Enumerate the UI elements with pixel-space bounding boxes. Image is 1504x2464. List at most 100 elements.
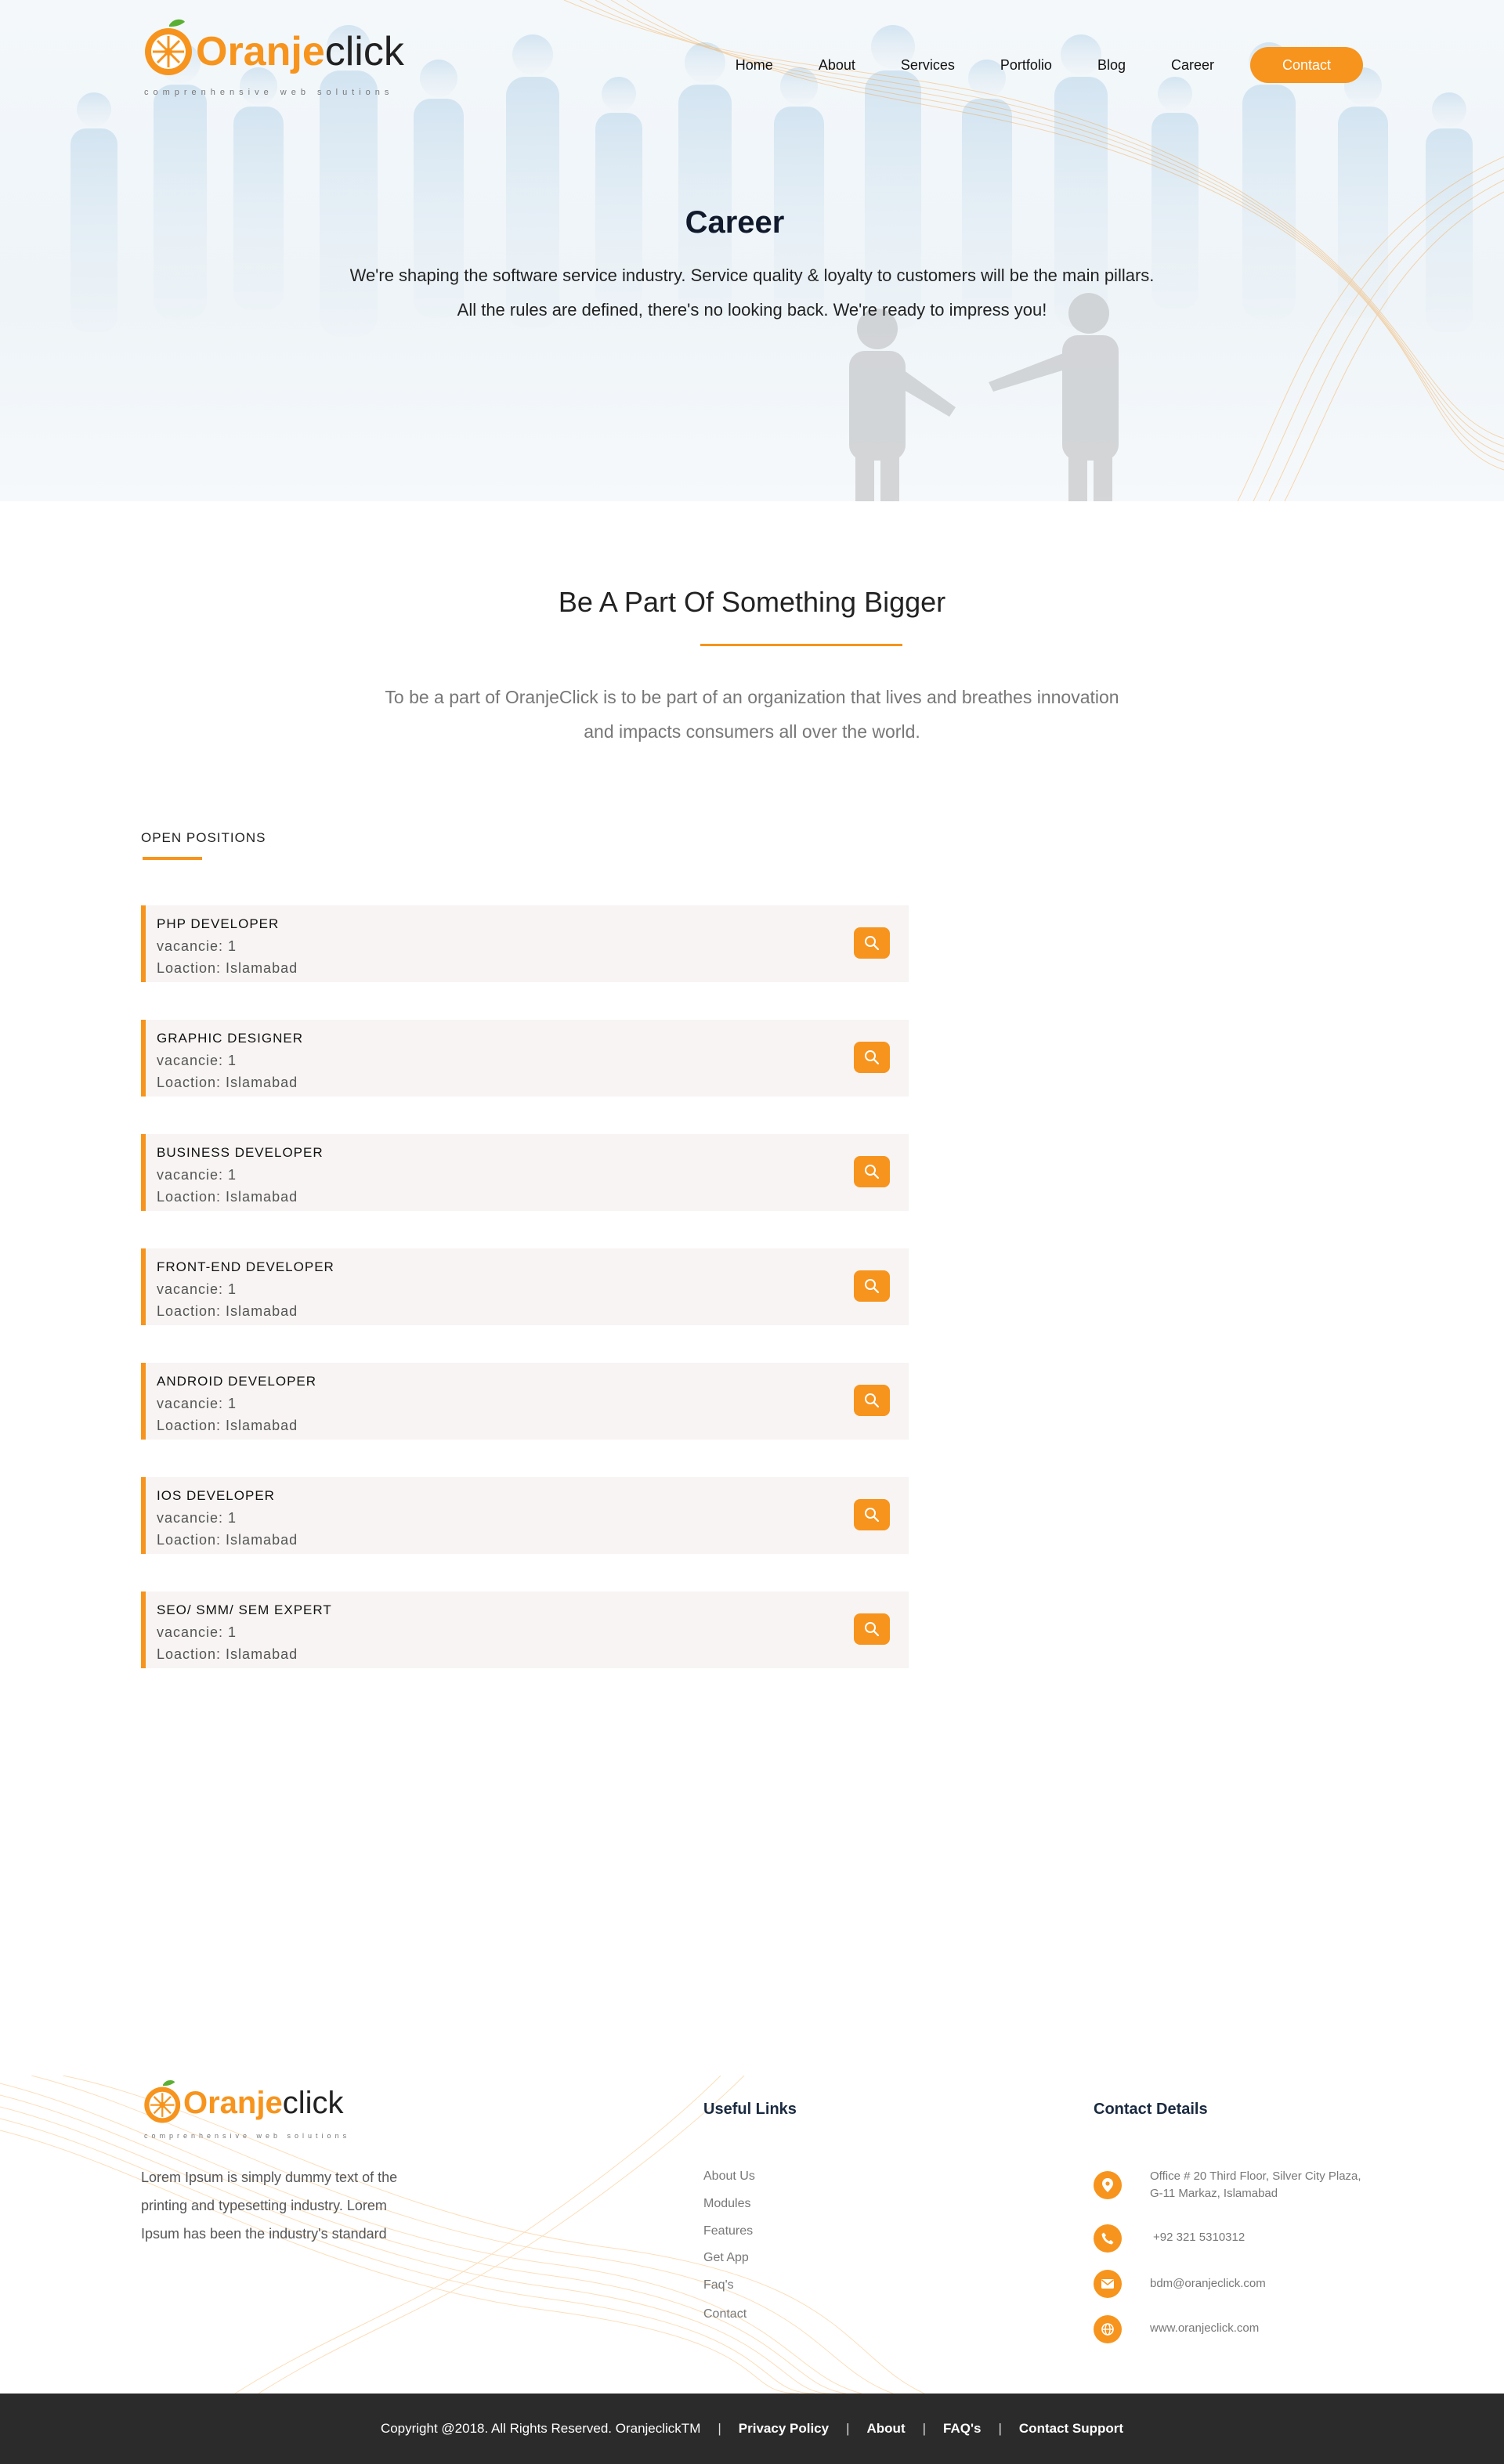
page-title: Career <box>685 205 785 240</box>
job-vacancy: vacancie: 1 <box>157 1510 237 1526</box>
job-view-button[interactable] <box>854 1270 890 1302</box>
contact-website[interactable]: www.oranjeclick.com <box>1150 2320 1259 2337</box>
brand-logo[interactable]: Oranje click comprenhensive web solution… <box>143 17 404 97</box>
brand-name-click: click <box>282 2086 344 2120</box>
phone-icon <box>1094 2224 1122 2253</box>
footer-link-contact[interactable]: Contact <box>703 2307 747 2321</box>
job-location: Loaction: Islamabad <box>157 1418 298 1433</box>
open-positions-underline <box>143 857 202 860</box>
open-positions-heading: OPEN POSITIONS <box>141 830 266 845</box>
search-icon <box>865 1165 880 1180</box>
job-vacancy: vacancie: 1 <box>157 1624 237 1640</box>
intro-description: To be a part of OranjeClick is to be par… <box>0 680 1504 749</box>
search-icon <box>865 1393 880 1408</box>
section-title: Be A Part Of Something Bigger <box>558 586 946 618</box>
job-title: ANDROID DEVELOPER <box>157 1374 317 1389</box>
globe-icon <box>1094 2315 1122 2343</box>
brand-name-oranje: Oranje <box>196 29 325 74</box>
footer-logo[interactable]: Oranje click comprenhensive web solution… <box>143 2077 346 2140</box>
separator: | <box>998 2421 1002 2436</box>
footer-link-modules[interactable]: Modules <box>703 2197 750 2211</box>
mail-icon <box>1094 2270 1122 2298</box>
main-nav: Home About Services Portfolio Blog Caree… <box>690 47 1363 83</box>
job-vacancy: vacancie: 1 <box>157 1281 237 1297</box>
nav-home[interactable]: Home <box>736 57 773 74</box>
bottom-link-contact-support[interactable]: Contact Support <box>1019 2421 1123 2437</box>
contact-phone[interactable]: +92 321 5310312 <box>1153 2229 1245 2246</box>
contact-email[interactable]: bdm@oranjeclick.com <box>1150 2275 1266 2292</box>
brand-tagline: comprenhensive web solutions <box>144 2132 351 2140</box>
separator: | <box>922 2421 927 2436</box>
bottom-link-about[interactable]: About <box>867 2421 906 2437</box>
intro-line-2: and impacts consumers all over the world… <box>584 721 920 742</box>
footer-link-get-app[interactable]: Get App <box>703 2251 749 2265</box>
job-title: SEO/ SMM/ SEM EXPERT <box>157 1602 332 1617</box>
job-view-button[interactable] <box>854 1499 890 1530</box>
footer-link-about-us[interactable]: About Us <box>703 2170 755 2184</box>
orange-logo-icon <box>145 19 192 75</box>
nav-career[interactable]: Career <box>1171 57 1214 74</box>
useful-links-heading: Useful Links <box>703 2101 797 2118</box>
footer-link-features[interactable]: Features <box>703 2224 753 2238</box>
hero-line-1: We're shaping the software service indus… <box>349 266 1155 285</box>
nav-services[interactable]: Services <box>901 57 955 74</box>
nav-blog[interactable]: Blog <box>1097 57 1126 74</box>
brand-name-oranje: Oranje <box>183 2086 283 2120</box>
address-line-1: Office # 20 Third Floor, Silver City Pla… <box>1150 2170 1361 2183</box>
separator: | <box>846 2421 850 2436</box>
nav-about[interactable]: About <box>819 57 855 74</box>
job-card[interactable]: GRAPHIC DESIGNER vacancie: 1 Loaction: I… <box>141 1020 909 1097</box>
job-title: PHP DEVELOPER <box>157 916 280 931</box>
bottom-link-privacy-policy[interactable]: Privacy Policy <box>739 2421 829 2437</box>
search-icon <box>865 1279 880 1294</box>
contact-address: Office # 20 Third Floor, Silver City Pla… <box>1150 2168 1361 2202</box>
search-icon <box>865 936 880 951</box>
hero-section: Oranje click comprenhensive web solution… <box>0 0 1504 501</box>
job-vacancy: vacancie: 1 <box>157 938 237 954</box>
title-underline <box>700 644 902 646</box>
job-title: BUSINESS DEVELOPER <box>157 1145 324 1160</box>
copyright-text: Copyright @2018. All Rights Reserved. Or… <box>380 2421 701 2436</box>
separator: | <box>718 2421 721 2436</box>
job-view-button[interactable] <box>854 1613 890 1645</box>
search-icon <box>865 1050 880 1065</box>
bottom-bar: Copyright @2018. All Rights Reserved. Or… <box>0 2394 1504 2464</box>
hero-line-2: All the rules are defined, there's no lo… <box>457 300 1047 320</box>
job-location: Loaction: Islamabad <box>157 1075 298 1090</box>
address-line-2: G-11 Markaz, Islamabad <box>1150 2187 1278 2200</box>
job-title: GRAPHIC DESIGNER <box>157 1031 303 1046</box>
job-location: Loaction: Islamabad <box>157 1189 298 1205</box>
footer-description: Lorem Ipsum is simply dummy text of the … <box>141 2170 398 2242</box>
search-icon <box>865 1622 880 1637</box>
job-view-button[interactable] <box>854 927 890 959</box>
search-icon <box>865 1508 880 1523</box>
orange-logo-icon <box>144 2080 181 2123</box>
job-view-button[interactable] <box>854 1042 890 1073</box>
job-view-button[interactable] <box>854 1385 890 1416</box>
job-vacancy: vacancie: 1 <box>157 1053 237 1068</box>
job-card[interactable]: BUSINESS DEVELOPER vacancie: 1 Loaction:… <box>141 1134 909 1211</box>
intro-line-1: To be a part of OranjeClick is to be par… <box>385 687 1119 707</box>
contact-button[interactable]: Contact <box>1250 47 1363 83</box>
job-location: Loaction: Islamabad <box>157 1646 298 1662</box>
job-title: FRONT-END DEVELOPER <box>157 1259 334 1274</box>
job-location: Loaction: Islamabad <box>157 1532 298 1548</box>
bottom-link-faqs[interactable]: FAQ's <box>943 2421 981 2437</box>
job-location: Loaction: Islamabad <box>157 960 298 976</box>
job-view-button[interactable] <box>854 1156 890 1187</box>
job-card[interactable]: IOS DEVELOPER vacancie: 1 Loaction: Isla… <box>141 1477 909 1554</box>
job-card[interactable]: ANDROID DEVELOPER vacancie: 1 Loaction: … <box>141 1363 909 1440</box>
contact-details-heading: Contact Details <box>1094 2101 1208 2118</box>
job-vacancy: vacancie: 1 <box>157 1396 237 1411</box>
job-location: Loaction: Islamabad <box>157 1303 298 1319</box>
brand-tagline: comprenhensive web solutions <box>144 88 394 97</box>
job-card[interactable]: FRONT-END DEVELOPER vacancie: 1 Loaction… <box>141 1248 909 1325</box>
footer-link-faqs[interactable]: Faq's <box>703 2278 734 2292</box>
hero-description: We're shaping the software service indus… <box>0 258 1504 327</box>
job-card[interactable]: SEO/ SMM/ SEM EXPERT vacancie: 1 Loactio… <box>141 1591 909 1668</box>
job-card[interactable]: PHP DEVELOPER vacancie: 1 Loaction: Isla… <box>141 905 909 982</box>
footer: Oranje click comprenhensive web solution… <box>0 2076 1504 2394</box>
nav-portfolio[interactable]: Portfolio <box>1000 57 1052 74</box>
brand-name-click: click <box>324 29 404 74</box>
job-vacancy: vacancie: 1 <box>157 1167 237 1183</box>
